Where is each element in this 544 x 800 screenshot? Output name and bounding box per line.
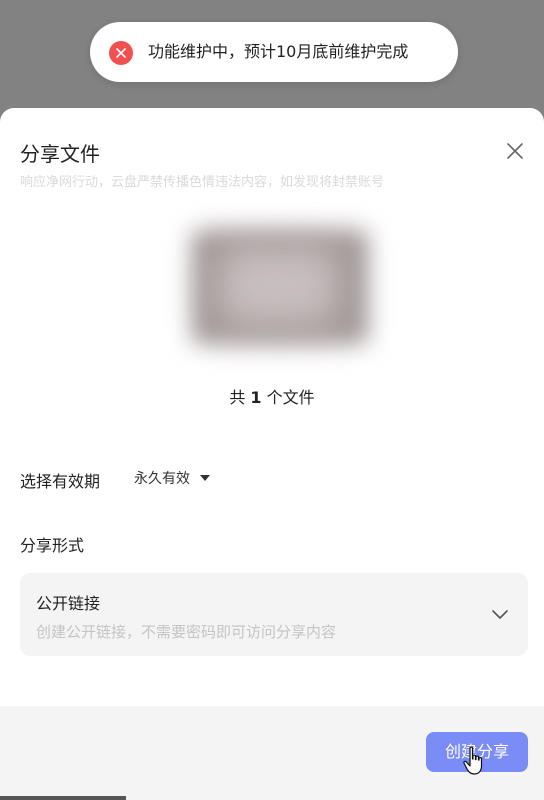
dialog-notice: 响应净网行动，云盘严禁传播色情违法内容，如发现将封禁账号 — [20, 175, 385, 190]
share-form-option-title: 公开链接 — [36, 594, 101, 613]
file-count-prefix: 共 — [229, 388, 246, 407]
error-circle-icon — [109, 41, 133, 65]
hand-cursor-icon — [463, 746, 483, 775]
file-thumbnail — [178, 216, 382, 358]
validity-label: 选择有效期 — [20, 472, 101, 491]
validity-value: 永久有效 — [134, 471, 190, 487]
share-form-select[interactable]: 公开链接 创建公开链接，不需要密码即可访问分享内容 — [20, 573, 528, 656]
caret-down-icon — [200, 475, 210, 481]
share-form-label: 分享形式 — [20, 536, 85, 555]
toast-notification: 功能维护中，预计10月底前维护完成 — [90, 22, 458, 82]
file-count-number: 1 — [250, 388, 262, 407]
file-count: 共 1 个文件 — [0, 384, 544, 408]
chevron-down-icon — [492, 610, 508, 619]
dialog-title: 分享文件 — [20, 142, 100, 166]
share-dialog: 分享文件 响应净网行动，云盘严禁传播色情违法内容，如发现将封禁账号 共 1 个文… — [0, 108, 544, 800]
close-button[interactable] — [500, 136, 530, 166]
file-count-suffix: 个文件 — [266, 388, 315, 407]
toast-message: 功能维护中，预计10月底前维护完成 — [148, 42, 409, 61]
validity-dropdown[interactable]: 永久有效 — [134, 466, 210, 490]
share-form-option-desc: 创建公开链接，不需要密码即可访问分享内容 — [36, 623, 337, 641]
taskbar-edge — [0, 796, 126, 800]
close-icon — [507, 143, 523, 159]
